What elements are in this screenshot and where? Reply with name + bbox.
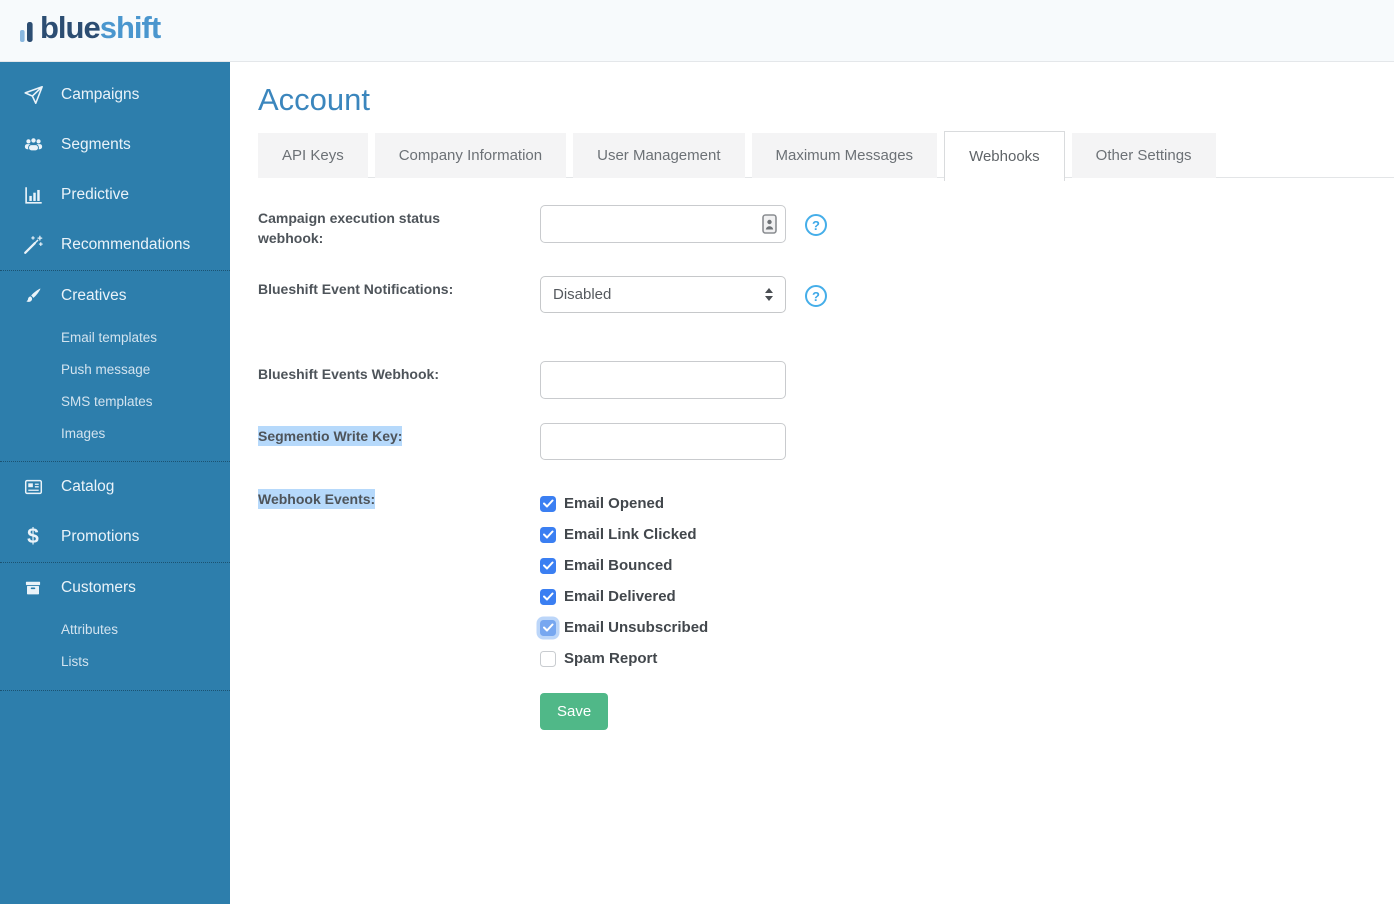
help-icon[interactable]: ? [805,285,827,307]
paintbrush-icon [20,286,46,306]
campaign-webhook-label: Campaign execution status webhook: [258,205,540,248]
sidebar-item-promotions[interactable]: $ Promotions [0,512,230,562]
event-notifications-row: Blueshift Event Notifications: Disabled … [258,276,1394,313]
autofill-contact-icon[interactable] [762,214,777,234]
campaign-webhook-input[interactable] [540,205,786,243]
select-arrows-icon [765,288,773,301]
tab-webhooks[interactable]: Webhooks [944,131,1065,181]
sidebar-item-sms-templates[interactable]: SMS templates [0,385,230,417]
sidebar-item-push-message[interactable]: Push message [0,353,230,385]
webhook-event-spam-report[interactable]: Spam Report [540,643,708,674]
save-button[interactable]: Save [540,693,608,730]
checkbox[interactable] [540,620,556,636]
tab-maximum-messages[interactable]: Maximum Messages [752,133,938,178]
tab-other-settings[interactable]: Other Settings [1072,133,1216,178]
sidebar-item-attributes[interactable]: Attributes [0,613,230,645]
logo-text: blueshift [40,13,160,43]
webhook-event-email-link-clicked[interactable]: Email Link Clicked [540,519,708,550]
webhook-event-email-bounced[interactable]: Email Bounced [540,550,708,581]
events-webhook-input[interactable] [540,361,786,399]
tab-user-management[interactable]: User Management [573,133,744,178]
blueshift-logo[interactable]: blueshift [20,13,160,43]
checkbox[interactable] [540,527,556,543]
sidebar-item-lists[interactable]: Lists [0,645,230,677]
campaign-webhook-row: Campaign execution status webhook: ? [258,205,1394,248]
page-title: Account [258,82,1394,118]
tab-api-keys[interactable]: API Keys [258,133,368,178]
tab-bar: API Keys Company Information User Manage… [258,133,1394,178]
sidebar-nav: Campaigns Segments Predictive Recommenda… [0,62,230,904]
segmentio-key-input[interactable] [540,423,786,460]
checkbox[interactable] [540,558,556,574]
dollar-sign-icon: $ [20,527,46,547]
bar-chart-icon [20,184,46,206]
paper-plane-icon [20,84,46,106]
webhook-event-email-delivered[interactable]: Email Delivered [540,581,708,612]
webhook-events-row: Webhook Events: Email Opened Email Link … [258,488,1394,674]
event-notifications-select[interactable]: Disabled [540,276,786,313]
sidebar-item-segments[interactable]: Segments [0,120,230,170]
newspaper-icon [20,476,46,498]
segmentio-key-row: Segmentio Write Key: [258,423,1394,460]
logo-bars-icon [20,13,37,43]
sidebar-item-recommendations[interactable]: Recommendations [0,220,230,270]
events-webhook-row: Blueshift Events Webhook: [258,361,1394,399]
app-window: blueshift Campaigns Segments Predictive [0,0,1394,904]
sidebar-item-campaigns[interactable]: Campaigns [0,70,230,120]
sidebar-item-predictive[interactable]: Predictive [0,170,230,220]
checkbox[interactable] [540,496,556,512]
sidebar-divider [0,690,230,691]
checkbox[interactable] [540,589,556,605]
sidebar-item-creatives[interactable]: Creatives [0,271,230,321]
sidebar-item-label: Customers [61,579,136,597]
help-icon[interactable]: ? [805,214,827,236]
sidebar-item-customers[interactable]: Customers [0,563,230,613]
users-icon [20,134,46,156]
sidebar-item-images[interactable]: Images [0,417,230,449]
main-content: Account API Keys Company Information Use… [230,62,1394,904]
sidebar-item-label: Segments [61,136,131,154]
sidebar-item-label: Catalog [61,478,114,496]
webhook-event-email-unsubscribed[interactable]: Email Unsubscribed [540,612,708,643]
sidebar-item-label: Predictive [61,186,129,204]
archive-box-icon [20,578,46,598]
events-webhook-label: Blueshift Events Webhook: [258,361,540,384]
top-header: blueshift [0,0,1394,62]
magic-wand-icon [20,234,46,256]
sidebar-item-email-templates[interactable]: Email templates [0,321,230,353]
sidebar-item-label: Campaigns [61,86,139,104]
sidebar-item-label: Creatives [61,287,126,305]
sidebar-item-catalog[interactable]: Catalog [0,462,230,512]
sidebar-item-label: Recommendations [61,236,190,254]
save-row: Save [258,693,1394,730]
sidebar-item-label: Promotions [61,528,139,546]
tab-company-information[interactable]: Company Information [375,133,566,178]
webhook-events-label: Webhook Events: [258,488,540,509]
webhook-event-email-opened[interactable]: Email Opened [540,488,708,519]
segmentio-key-label: Segmentio Write Key: [258,423,540,446]
checkbox[interactable] [540,651,556,667]
event-notifications-label: Blueshift Event Notifications: [258,276,540,299]
